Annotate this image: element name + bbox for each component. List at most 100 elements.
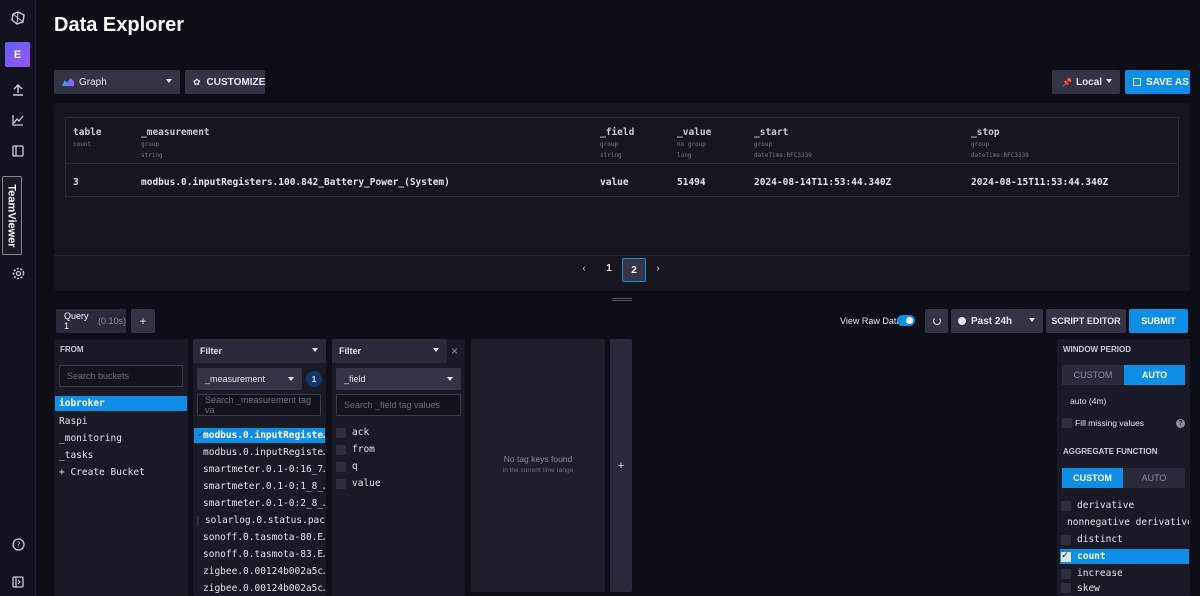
tag-value-item[interactable]: zigbee.0.00124b002a5c… [194, 581, 325, 596]
customize-button[interactable]: ✿ CUSTOMIZE [185, 70, 265, 94]
next-page-button[interactable]: › [651, 263, 665, 277]
timezone-dropdown[interactable]: 📌 Local [1052, 70, 1120, 94]
bucket-item[interactable]: Raspi [55, 414, 187, 429]
aggregate-function-item[interactable]: skew [1060, 583, 1189, 596]
checkbox[interactable] [1062, 418, 1072, 428]
resize-handle[interactable] [612, 298, 632, 301]
tag-value-item[interactable]: zigbee.0.00124b002a5c… [194, 564, 325, 579]
window-period-title: WINDOW PERIOD [1063, 345, 1131, 354]
sidebar-item-data-explorer[interactable]: E [5, 42, 30, 67]
empty-state-title: No tag keys found [503, 454, 573, 464]
tag-key-dropdown[interactable]: _field [336, 368, 461, 390]
aggregate-function-item[interactable]: distinct [1060, 532, 1189, 547]
aggregate-function-item[interactable]: increase [1060, 566, 1189, 581]
checkbox[interactable] [1061, 568, 1071, 579]
graph-type-dropdown[interactable]: Graph [54, 70, 180, 94]
page-button-2[interactable]: 2 [622, 258, 646, 282]
tag-value-item[interactable]: sonoff.0.tasmota-80.E… [194, 530, 325, 545]
tag-value-item[interactable]: smartmeter.0.1-0:16_7… [194, 462, 325, 477]
bucket-item[interactable]: _tasks [55, 448, 187, 463]
tag-value-item[interactable]: sonoff.0.tasmota-83.E… [194, 547, 325, 562]
aggregate-auto-button[interactable]: AUTO [1123, 468, 1185, 488]
checkbox[interactable] [1061, 534, 1071, 545]
teamviewer-tab[interactable]: TeamViewer [2, 176, 22, 255]
tag-value-item[interactable]: modbus.0.inputRegiste… [194, 445, 325, 460]
aggregate-function-item[interactable]: derivative [1060, 498, 1189, 513]
chevron-down-icon [433, 348, 439, 352]
export-icon [1133, 78, 1141, 86]
gear-icon[interactable] [0, 261, 36, 285]
gear-icon: ✿ [193, 76, 201, 87]
tag-value-item[interactable]: solarlog.0.status.pac [194, 513, 325, 528]
column-header: _field group string [600, 127, 635, 159]
from-title: FROM [60, 345, 84, 354]
checkbox[interactable] [336, 444, 346, 455]
page-button-1[interactable]: 1 [602, 263, 616, 277]
bucket-item[interactable]: iobroker [55, 396, 187, 411]
aggregate-function-title: AGGREGATE FUNCTION [1063, 447, 1158, 456]
collapse-sidebar-icon[interactable] [0, 570, 36, 594]
refresh-icon [932, 317, 941, 325]
search-buckets-input[interactable]: Search buckets [59, 365, 183, 387]
notebook-icon[interactable] [0, 139, 36, 163]
create-bucket-button[interactable]: + Create Bucket [55, 465, 187, 480]
view-raw-toggle[interactable] [897, 315, 915, 326]
add-filter-button[interactable]: + [610, 339, 632, 592]
fill-missing-option[interactable]: Fill missing values [1062, 418, 1144, 428]
upload-icon[interactable] [0, 78, 36, 102]
add-query-button[interactable]: + [131, 309, 155, 333]
window-auto-button[interactable]: AUTO [1124, 365, 1185, 385]
graph-icon[interactable] [0, 108, 36, 132]
search-measurement-input[interactable]: Search _measurement tag va [197, 394, 321, 416]
aggregate-function-item[interactable]: nonnegative derivative [1060, 515, 1189, 530]
aggregate-custom-button[interactable]: CUSTOM [1062, 468, 1123, 488]
search-field-input[interactable]: Search _field tag values [336, 394, 461, 416]
tag-value-item[interactable]: smartmeter.0.1-0:1_8_… [194, 479, 325, 494]
column-header: _value no group long [677, 127, 712, 159]
column-header: _measurement group string [141, 127, 210, 159]
save-as-button[interactable]: SAVE AS [1125, 70, 1190, 94]
raw-data-table: table count _measurement group string _fiel… [65, 117, 1179, 197]
window-custom-button[interactable]: CUSTOM [1062, 365, 1124, 385]
checkbox[interactable] [1061, 550, 1071, 562]
chevron-down-icon [288, 377, 294, 381]
help-icon[interactable]: ? [0, 532, 36, 556]
tag-key-dropdown[interactable]: _measurement [197, 368, 302, 390]
bucket-item[interactable]: _monitoring [55, 431, 187, 446]
tag-value-item[interactable]: smartmeter.0.1-0:2_8_… [194, 496, 325, 511]
chevron-down-icon [312, 348, 318, 352]
prev-page-button[interactable]: ‹ [577, 263, 591, 277]
checkbox[interactable] [336, 461, 346, 472]
checkbox[interactable] [336, 427, 346, 438]
tag-value-item[interactable]: value [334, 476, 463, 491]
tag-value-item[interactable]: ack [334, 425, 463, 440]
close-icon[interactable]: × [451, 344, 458, 358]
tag-value-item[interactable]: from [334, 442, 463, 457]
table-cell: 2024-08-14T11:53:44.340Z [754, 177, 892, 188]
aggregate-function-item[interactable]: count [1060, 549, 1189, 564]
tag-value-item[interactable]: modbus.0.inputRegiste… [194, 428, 325, 443]
influx-logo-icon[interactable] [0, 6, 36, 30]
tag-value-item[interactable]: q [334, 459, 463, 474]
script-editor-button[interactable]: SCRIPT EDITOR [1046, 309, 1126, 333]
filter-header[interactable]: Filter [193, 339, 326, 363]
checkbox[interactable] [1061, 500, 1071, 511]
time-range-dropdown[interactable]: Past 24h [951, 309, 1043, 333]
chevron-down-icon [1029, 318, 1035, 322]
pagination-divider [54, 255, 1190, 256]
selected-count-badge: 1 [306, 371, 322, 387]
checkbox[interactable] [336, 478, 346, 489]
filter-header[interactable]: Filter [332, 339, 447, 363]
checkbox[interactable] [197, 515, 199, 526]
empty-state-subtitle: in the current time range [502, 467, 574, 474]
submit-button[interactable]: SUBMIT [1129, 309, 1188, 333]
table-cell: 2024-08-15T11:53:44.340Z [971, 177, 1109, 188]
checkbox[interactable] [1061, 583, 1071, 593]
pin-icon: 📌 [1062, 77, 1072, 87]
column-header: _start group dateTime:RFC3339 [754, 127, 812, 159]
help-icon[interactable]: ? [1176, 419, 1185, 428]
query-tab[interactable]: Query 1 (0.10s) [56, 309, 126, 333]
refresh-button[interactable] [925, 309, 948, 333]
raw-data-panel: table count _measurement group string _fiel… [54, 103, 1190, 291]
filter-card-field: Filter × _field Search _field tag values… [332, 339, 465, 596]
